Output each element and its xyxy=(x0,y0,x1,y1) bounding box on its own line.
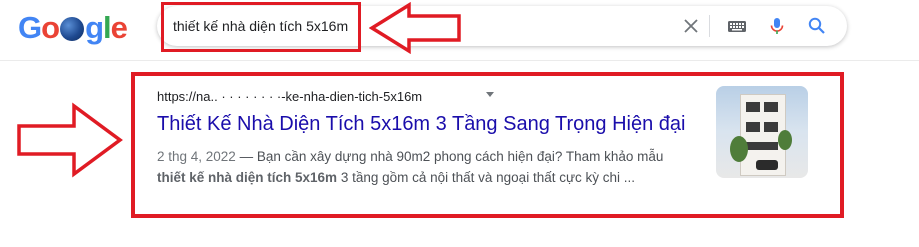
chevron-down-icon[interactable] xyxy=(486,92,494,97)
search-icon[interactable] xyxy=(807,16,827,36)
red-arrow-left xyxy=(369,2,461,54)
mic-icon[interactable] xyxy=(767,16,787,36)
logo-letter-l: l xyxy=(103,10,112,45)
window-shape xyxy=(746,102,760,112)
result-url[interactable]: https://na.. · · · · · · · ·-ke-nha-dien… xyxy=(157,89,422,104)
keyboard-icon[interactable] xyxy=(727,16,747,36)
red-arrow-right xyxy=(17,102,123,178)
snippet-text-1: — Bạn cần xây dựng nhà 90m2 phong cách h… xyxy=(235,149,664,164)
logo-letter-g2: g xyxy=(85,10,104,45)
logo-letter-e: e xyxy=(110,10,128,45)
header-divider xyxy=(0,60,919,61)
snippet-bold-keyword: thiết kế nhà diện tích 5x16m xyxy=(157,170,338,185)
google-logo[interactable]: Go gle xyxy=(18,8,128,48)
window-shape xyxy=(764,102,778,112)
close-icon[interactable] xyxy=(681,16,701,36)
car-shape xyxy=(756,160,778,170)
logo-letter-o1: o xyxy=(41,10,60,45)
query-highlight-box xyxy=(161,2,361,52)
tree-shape xyxy=(778,130,792,150)
result-date: 2 thg 4, 2022 xyxy=(157,149,236,164)
result-snippet: 2 thg 4, 2022 — Bạn cần xây dựng nhà 90m… xyxy=(157,146,697,188)
window-shape xyxy=(746,122,760,132)
window-shape xyxy=(746,142,778,150)
result-title[interactable]: Thiết Kế Nhà Diện Tích 5x16m 3 Tầng Sang… xyxy=(157,113,685,136)
result-thumbnail[interactable] xyxy=(716,86,808,178)
window-shape xyxy=(764,122,778,132)
snippet-text-2: 3 tầng gồm cả nội thất và ngoại thất cực… xyxy=(337,170,636,185)
search-bar-divider xyxy=(709,15,710,37)
globe-icon xyxy=(60,17,85,41)
logo-letter-g: G xyxy=(18,10,42,45)
tree-shape xyxy=(730,136,748,162)
